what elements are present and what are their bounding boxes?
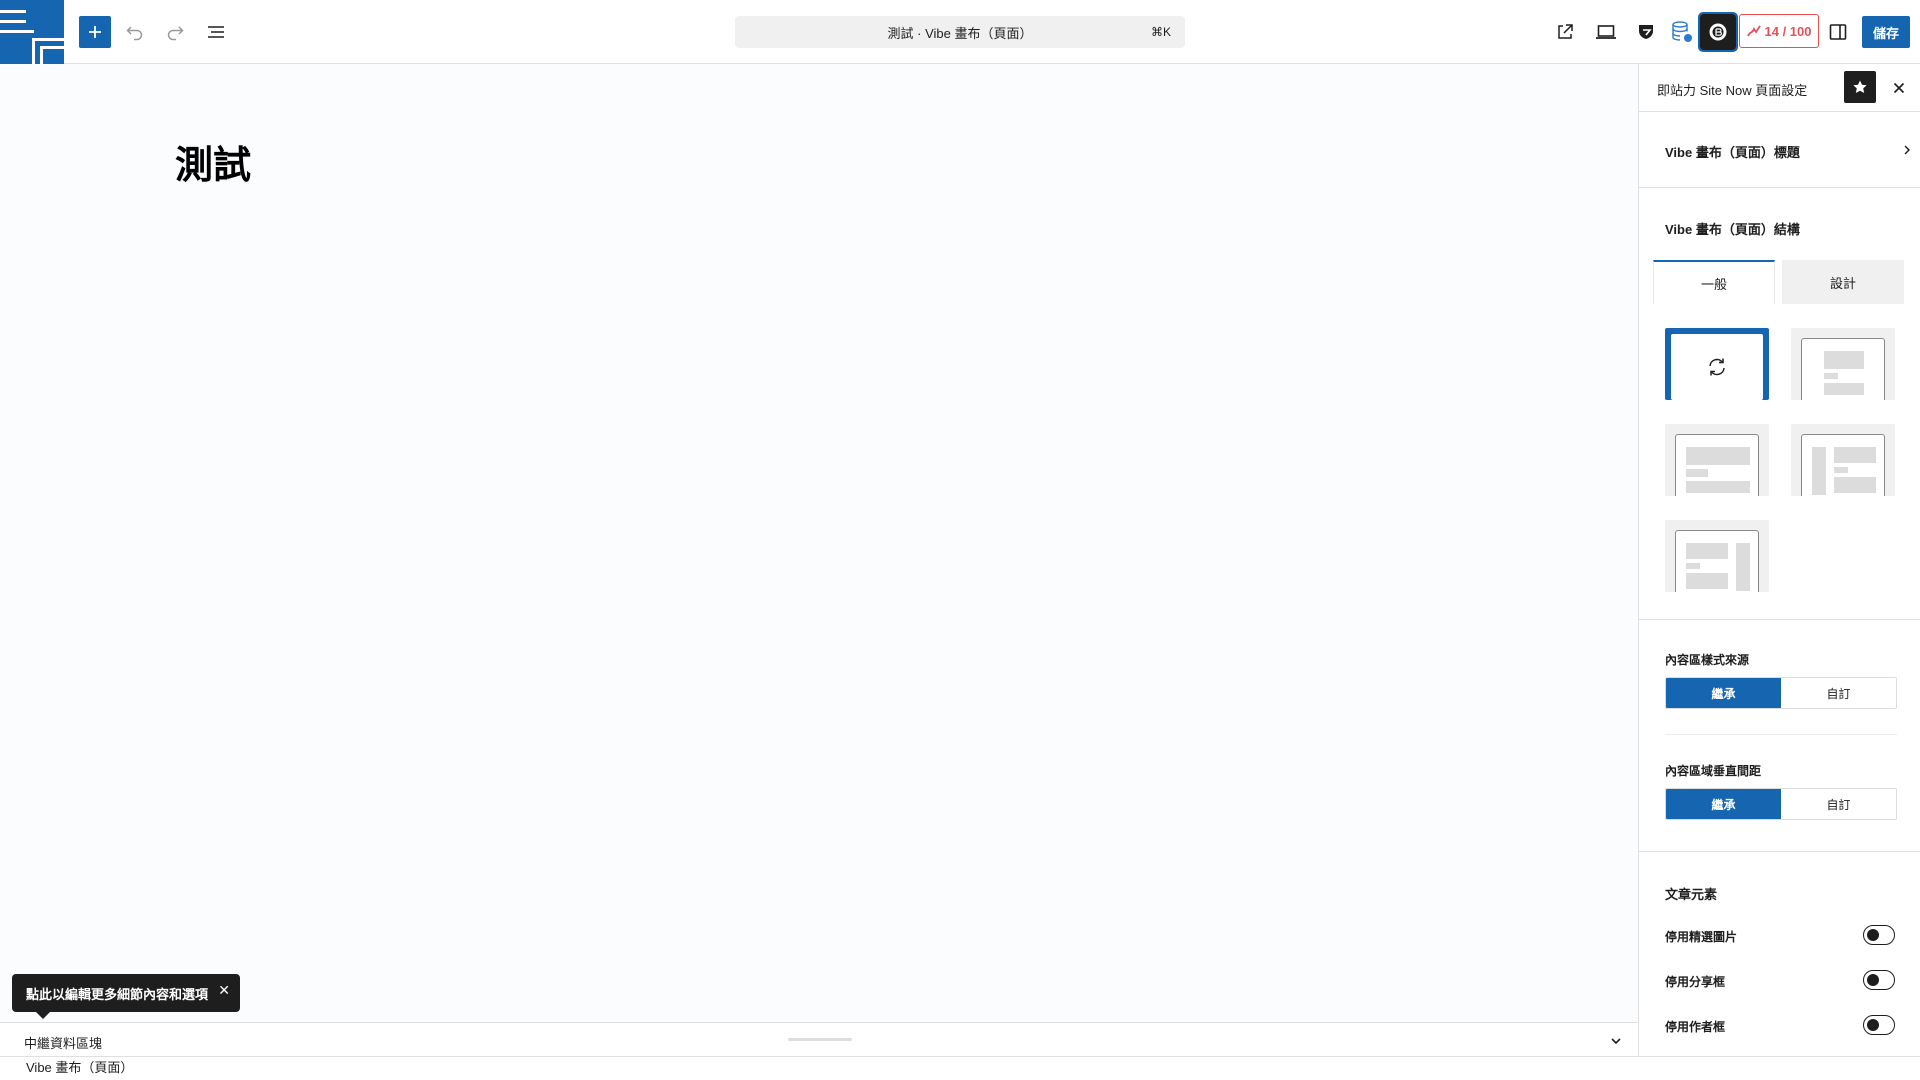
- plus-icon: [89, 26, 101, 38]
- command-bar[interactable]: 測試 · Vibe 畫布（頁面） ⌘K: [735, 16, 1185, 48]
- toggle-row-featured-image: 停用精選圖片: [1665, 923, 1897, 947]
- shield-plugin-button[interactable]: [1630, 16, 1662, 48]
- resize-handle[interactable]: [788, 1038, 852, 1041]
- post-elements-label: 文章元素: [1665, 887, 1718, 902]
- breadcrumb-item[interactable]: Vibe 畫布（頁面）: [26, 1060, 133, 1075]
- section-divider: [1639, 851, 1920, 852]
- sidebar-title: 即站力 Site Now 頁面設定: [1657, 83, 1808, 98]
- sidebar-toggle-icon: [1829, 24, 1847, 40]
- sync-icon: [1709, 358, 1725, 376]
- content-style-source-toggle: 繼承 自訂: [1665, 677, 1897, 709]
- score-icon: [1746, 25, 1761, 37]
- chevron-right-icon: [1904, 145, 1910, 155]
- layout-option-inherit[interactable]: [1665, 328, 1769, 400]
- editor-tooltip: 點此以編輯更多細節內容和選項 ✕: [12, 974, 240, 1019]
- toggle-label: 停用分享框: [1665, 975, 1726, 989]
- section-divider: [1665, 734, 1897, 735]
- save-button[interactable]: 儲存: [1862, 16, 1910, 48]
- editor-header: 測試 · Vibe 畫布（頁面） ⌘K 14 / 100 儲存: [0, 0, 1920, 64]
- page-title[interactable]: 測試: [175, 134, 251, 189]
- tooltip-text: 點此以編輯更多細節內容和選項: [26, 986, 209, 1002]
- close-icon[interactable]: [1889, 78, 1909, 98]
- disable-author-box-toggle[interactable]: [1863, 1015, 1895, 1035]
- toggle-label: 停用作者框: [1665, 1020, 1726, 1034]
- shield-icon: [1639, 25, 1653, 39]
- tab-design[interactable]: 設計: [1782, 260, 1904, 304]
- redo-icon: [167, 26, 184, 41]
- close-icon[interactable]: ✕: [218, 982, 230, 999]
- meta-panel-label: 中繼資料區塊: [24, 1036, 103, 1051]
- layout-options: [1665, 328, 1897, 592]
- spacing-custom-option[interactable]: 自訂: [1781, 789, 1896, 819]
- section-divider: [1639, 619, 1920, 620]
- redo-button[interactable]: [159, 16, 191, 48]
- editor-canvas[interactable]: 測試: [0, 64, 1638, 1022]
- spacing-inherit-option[interactable]: 繼承: [1666, 789, 1781, 819]
- disable-share-box-toggle[interactable]: [1863, 970, 1895, 990]
- list-view-icon: [208, 26, 224, 38]
- command-shortcut: ⌘K: [1150, 25, 1171, 39]
- layout-option-narrow[interactable]: [1791, 328, 1895, 400]
- settings-sidebar: 即站力 Site Now 頁面設定 Vibe 畫布（頁面）標題 Vibe 畫布（…: [1638, 64, 1920, 1056]
- structure-tabs: 一般 設計: [1653, 260, 1905, 304]
- command-bar-title: 測試 · Vibe 畫布（頁面）: [887, 25, 1033, 41]
- add-block-button[interactable]: [79, 16, 111, 48]
- content-style-inherit-option[interactable]: 繼承: [1666, 678, 1781, 708]
- database-icon: [1672, 21, 1692, 42]
- layout-option-full[interactable]: [1665, 424, 1769, 496]
- desktop-icon: [1596, 25, 1616, 39]
- external-link-icon: [1558, 24, 1573, 39]
- plugin-button-active[interactable]: [1698, 12, 1738, 52]
- preview-button[interactable]: [1590, 16, 1622, 48]
- plugin-icon: [1709, 23, 1727, 41]
- sidebar-header: 即站力 Site Now 頁面設定: [1639, 64, 1920, 112]
- disable-featured-image-toggle[interactable]: [1863, 925, 1895, 945]
- content-style-custom-option[interactable]: 自訂: [1781, 678, 1896, 708]
- title-settings-label: Vibe 畫布（頁面）標題: [1665, 145, 1800, 160]
- pin-button[interactable]: [1844, 71, 1876, 103]
- content-vertical-spacing-toggle: 繼承 自訂: [1665, 788, 1897, 820]
- content-vertical-spacing-label: 內容區域垂直間距: [1665, 764, 1762, 778]
- chevron-down-icon[interactable]: [1608, 1033, 1624, 1049]
- layout-option-left-sidebar[interactable]: [1791, 424, 1895, 496]
- toggle-label: 停用精選圖片: [1665, 930, 1738, 944]
- title-settings-row[interactable]: Vibe 畫布（頁面）標題: [1639, 112, 1920, 188]
- settings-sidebar-button[interactable]: [1822, 16, 1854, 48]
- toggle-row-share-box: 停用分享框: [1665, 968, 1897, 992]
- layout-option-right-sidebar[interactable]: [1665, 520, 1769, 592]
- structure-label: Vibe 畫布（頁面）結構: [1665, 222, 1800, 237]
- toggle-row-author-box: 停用作者框: [1665, 1013, 1897, 1037]
- block-breadcrumb[interactable]: Vibe 畫布（頁面）: [0, 1056, 1920, 1080]
- seo-score-badge[interactable]: 14 / 100: [1739, 14, 1819, 48]
- meta-boxes-panel[interactable]: 中繼資料區塊: [0, 1022, 1638, 1056]
- site-logo-icon[interactable]: [0, 0, 64, 64]
- content-style-source-label: 內容區樣式來源: [1665, 653, 1750, 667]
- tab-general[interactable]: 一般: [1653, 260, 1775, 304]
- undo-icon: [126, 26, 143, 41]
- view-page-button[interactable]: [1549, 16, 1581, 48]
- seo-score-value: 14 / 100: [1764, 23, 1812, 39]
- database-plugin-button[interactable]: [1666, 16, 1698, 48]
- undo-button[interactable]: [119, 16, 151, 48]
- document-overview-button[interactable]: [200, 16, 232, 48]
- star-icon: [1853, 80, 1867, 93]
